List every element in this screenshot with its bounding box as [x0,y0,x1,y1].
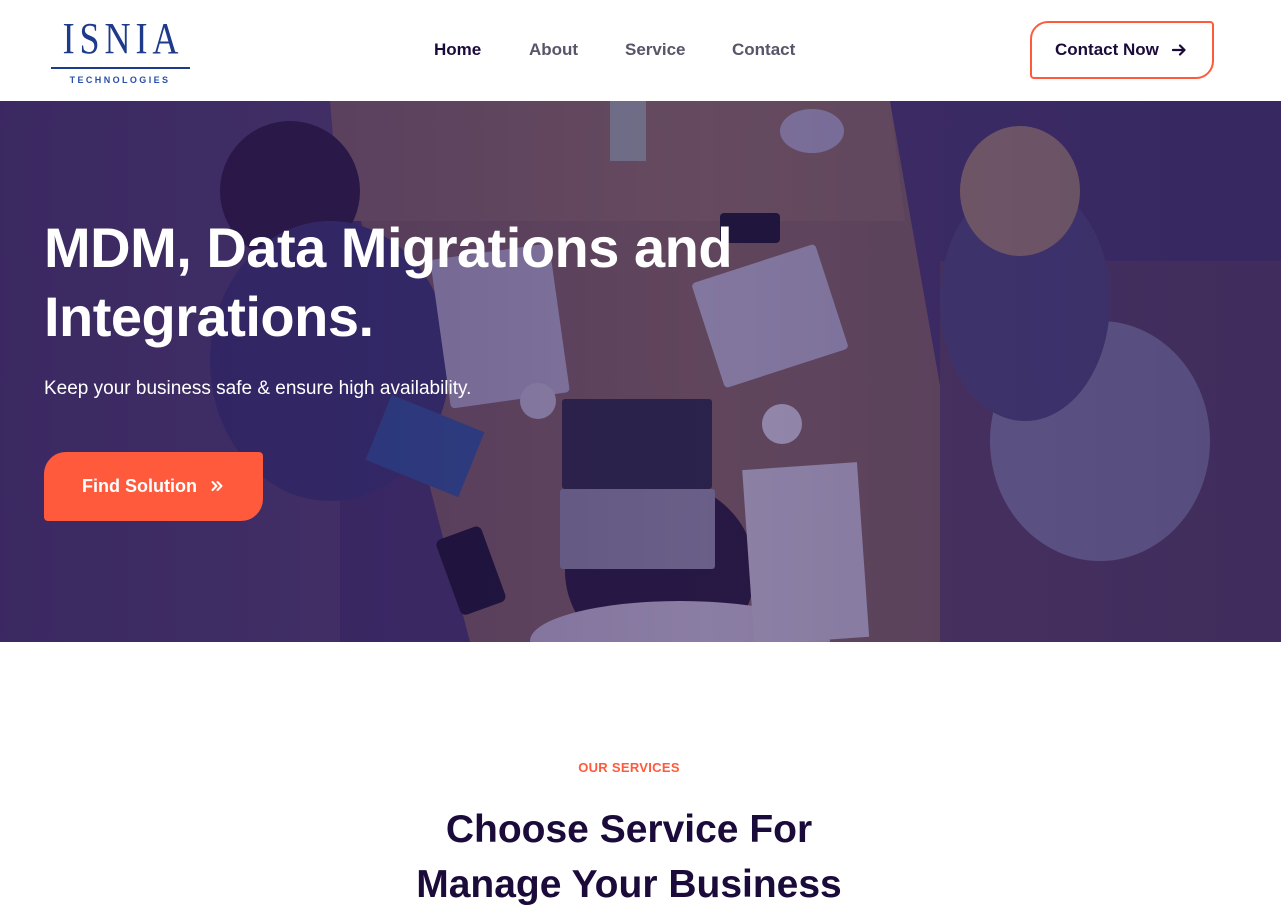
services-title-line-1: Choose Service For [445,808,813,851]
site-header: ISNIA TECHNOLOGIES Home About Service Co… [0,0,1281,101]
hero-title-line-1: MDM, Data Migrations and [44,216,733,279]
hero-subtitle: Keep your business safe & ensure high av… [44,378,472,399]
double-chevron-right-icon [211,481,223,491]
contact-now-label: Contact Now [1055,40,1159,59]
hero-overlay [0,101,1281,642]
logo-subtitle: TECHNOLOGIES [69,75,171,85]
services-title-line-2: Manage Your Business [416,863,842,906]
logo-divider [51,67,190,69]
find-solution-label: Find Solution [82,476,197,496]
logo-wordmark: ISNIA [62,14,184,63]
services-eyebrow: OUR SERVICES [578,760,680,775]
arrow-right-icon [1172,44,1186,56]
nav-item-home[interactable]: Home [434,38,481,62]
services-section: OUR SERVICES Choose Service For Manage Y… [0,642,1281,912]
hero-title: MDM, Data Migrations and Integrations. [44,213,764,351]
nav-item-service[interactable]: Service [625,38,686,62]
nav-item-about[interactable]: About [529,38,578,62]
hero-title-line-2: Integrations. [44,285,374,348]
services-title: Choose Service For Manage Your Business [0,802,1258,912]
isnia-logo[interactable]: ISNIA TECHNOLOGIES [50,14,192,90]
contact-now-button[interactable]: Contact Now [1030,21,1214,79]
find-solution-button[interactable]: Find Solution [44,452,263,521]
hero-section: MDM, Data Migrations and Integrations. K… [0,101,1281,642]
nav-item-contact[interactable]: Contact [732,38,795,62]
